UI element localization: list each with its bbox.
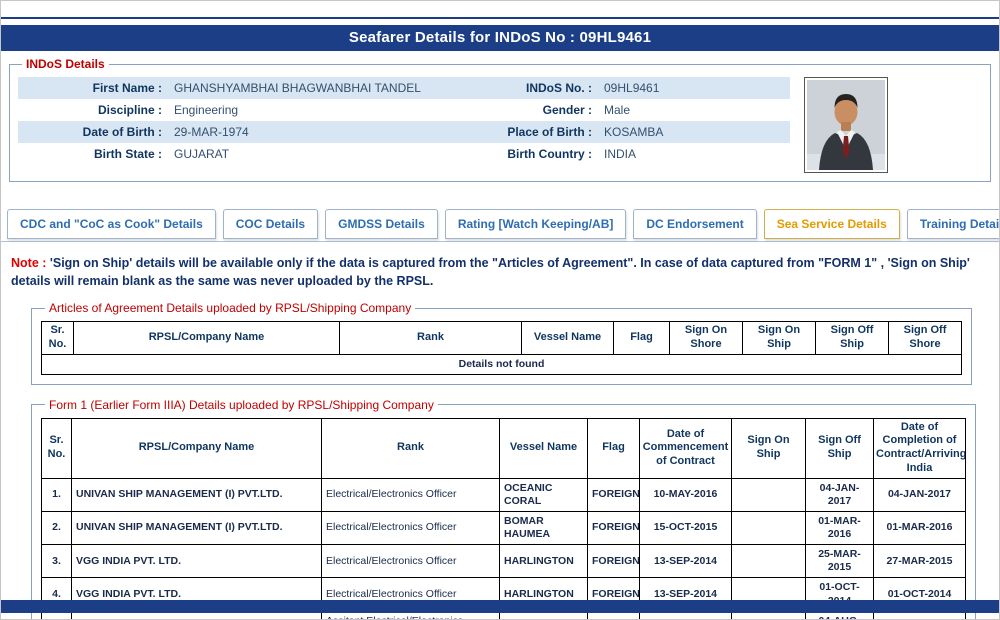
first-name-value: GHANSHYAMBHAI BHAGWANBHAI TANDEL [168, 77, 468, 99]
commencement-date-cell: 15-OCT-2015 [640, 511, 732, 544]
completion-date-cell: 27-MAR-2015 [874, 545, 966, 578]
indos-details-legend: INDoS Details [22, 57, 109, 71]
page-frame: Seafarer Details for INDoS No : 09HL9461… [0, 0, 1000, 620]
sign-off-ship-cell: 01-MAR-2016 [806, 511, 874, 544]
column-header: RPSL/Company Name [74, 322, 340, 355]
table-header-row: Sr. No. RPSL/Company Name Rank Vessel Na… [42, 418, 966, 478]
column-header: Sign On Ship [732, 418, 806, 478]
column-header: Vessel Name [500, 418, 588, 478]
form1-row: 2. UNIVAN SHIP MANAGEMENT (I) PVT.LTD. E… [42, 511, 966, 544]
note-prefix: Note : [11, 256, 50, 270]
rank-cell: Electrical/Electronics Officer [322, 478, 500, 511]
column-header: Rank [340, 322, 522, 355]
articles-of-agreement-section: Articles of Agreement Details uploaded b… [31, 301, 972, 385]
column-header: Date of Commencement of Contract [640, 418, 732, 478]
details-not-found-message: Details not found [42, 354, 962, 374]
first-name-label: First Name : [18, 77, 168, 99]
sr-cell: 3. [42, 545, 72, 578]
discipline-value: Engineering [168, 99, 468, 121]
commencement-date-cell: 10-MAY-2016 [640, 478, 732, 511]
articles-of-agreement-table: Sr. No. RPSL/Company Name Rank Vessel Na… [41, 321, 962, 375]
flag-cell: FOREIGN [588, 545, 640, 578]
gender-label: Gender : [468, 99, 598, 121]
column-header: Vessel Name [522, 322, 614, 355]
column-header: Flag [588, 418, 640, 478]
indos-details-table: First Name : GHANSHYAMBHAI BHAGWANBHAI T… [18, 77, 790, 165]
sr-cell: 1. [42, 478, 72, 511]
person-portrait-icon [807, 80, 885, 170]
company-cell: VGG INDIA PVT. LTD. [72, 545, 322, 578]
column-header: Sign Off Ship [816, 322, 889, 355]
field-row: Date of Birth : 29-MAR-1974 Place of Bir… [18, 121, 790, 143]
rank-cell: Electrical/Electronics Officer [322, 545, 500, 578]
column-header: Sr. No. [42, 322, 74, 355]
indos-details-section: INDoS Details First Name : GHANSHYAMBHAI… [9, 57, 991, 182]
seafarer-photo [804, 77, 888, 173]
column-header: Flag [614, 322, 670, 355]
page-title: Seafarer Details for INDoS No : 09HL9461 [1, 25, 999, 51]
gender-value: Male [598, 99, 790, 121]
rank-cell: Electrical/Electronics Officer [322, 511, 500, 544]
table-row: Details not found [42, 354, 962, 374]
top-divider [1, 17, 999, 19]
articles-of-agreement-legend: Articles of Agreement Details uploaded b… [45, 301, 415, 315]
column-header: Sign Off Ship [806, 418, 874, 478]
note: Note : 'Sign on Ship' details will be av… [11, 255, 989, 290]
vessel-cell: OCEANIC CORAL [500, 478, 588, 511]
date-of-birth-value: 29-MAR-1974 [168, 121, 468, 143]
form1-legend: Form 1 (Earlier Form IIIA) Details uploa… [45, 398, 438, 412]
birth-country-label: Birth Country : [468, 143, 598, 165]
tab-training-details[interactable]: Training Details [907, 209, 1000, 239]
form1-table: Sr. No. RPSL/Company Name Rank Vessel Na… [41, 418, 966, 620]
completion-date-cell: 04-JAN-2017 [874, 478, 966, 511]
tab-bar: CDC and "CoC as Cook" Details COC Detail… [1, 209, 999, 242]
field-row: First Name : GHANSHYAMBHAI BHAGWANBHAI T… [18, 77, 790, 99]
vessel-cell: HARLINGTON [500, 545, 588, 578]
form1-section: Form 1 (Earlier Form IIIA) Details uploa… [31, 398, 976, 620]
company-cell: UNIVAN SHIP MANAGEMENT (I) PVT.LTD. [72, 511, 322, 544]
form1-row: 3. VGG INDIA PVT. LTD. Electrical/Electr… [42, 545, 966, 578]
completion-date-cell: 01-MAR-2016 [874, 511, 966, 544]
footer-bar [1, 600, 999, 613]
form1-row: 1. UNIVAN SHIP MANAGEMENT (I) PVT.LTD. E… [42, 478, 966, 511]
sign-on-ship-cell [732, 545, 806, 578]
place-of-birth-label: Place of Birth : [468, 121, 598, 143]
column-header: RPSL/Company Name [72, 418, 322, 478]
flag-cell: FOREIGN [588, 511, 640, 544]
sign-on-ship-cell [732, 511, 806, 544]
tab-rating-watch-keeping-ab[interactable]: Rating [Watch Keeping/AB] [445, 209, 627, 239]
tab-cdc-coc-cook-details[interactable]: CDC and "CoC as Cook" Details [7, 209, 216, 239]
sign-off-ship-cell: 04-JAN-2017 [806, 478, 874, 511]
sign-off-ship-cell: 25-MAR-2015 [806, 545, 874, 578]
birth-country-value: INDIA [598, 143, 790, 165]
birth-state-value: GUJARAT [168, 143, 468, 165]
indos-no-value: 09HL9461 [598, 77, 790, 99]
column-header: Sign On Ship [743, 322, 816, 355]
date-of-birth-label: Date of Birth : [18, 121, 168, 143]
discipline-label: Discipline : [18, 99, 168, 121]
tab-sea-service-details[interactable]: Sea Service Details [764, 209, 900, 239]
tab-dc-endorsement[interactable]: DC Endorsement [633, 209, 756, 239]
field-row: Birth State : GUJARAT Birth Country : IN… [18, 143, 790, 165]
column-header: Date of Completion of Contract/Arriving … [874, 418, 966, 478]
birth-state-label: Birth State : [18, 143, 168, 165]
commencement-date-cell: 13-SEP-2014 [640, 545, 732, 578]
company-cell: UNIVAN SHIP MANAGEMENT (I) PVT.LTD. [72, 478, 322, 511]
column-header: Sr. No. [42, 418, 72, 478]
column-header: Rank [322, 418, 500, 478]
note-body: 'Sign on Ship' details will be available… [11, 256, 970, 288]
indos-no-label: INDoS No. : [468, 77, 598, 99]
sign-on-ship-cell [732, 478, 806, 511]
table-header-row: Sr. No. RPSL/Company Name Rank Vessel Na… [42, 322, 962, 355]
column-header: Sign On Shore [670, 322, 743, 355]
field-row: Discipline : Engineering Gender : Male [18, 99, 790, 121]
column-header: Sign Off Shore [889, 322, 962, 355]
place-of-birth-value: KOSAMBA [598, 121, 790, 143]
vessel-cell: BOMAR HAUMEA [500, 511, 588, 544]
tab-gmdss-details[interactable]: GMDSS Details [325, 209, 438, 239]
tab-coc-details[interactable]: COC Details [223, 209, 318, 239]
flag-cell: FOREIGN [588, 478, 640, 511]
sr-cell: 2. [42, 511, 72, 544]
